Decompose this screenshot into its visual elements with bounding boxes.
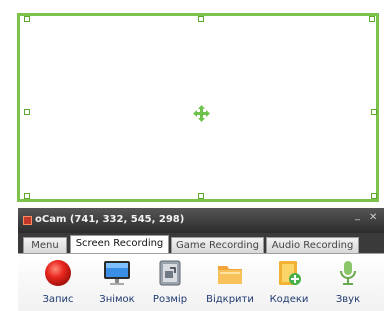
resize-handle-bottom-right[interactable] <box>371 193 377 199</box>
tab-screen-recording[interactable]: Screen Recording <box>70 235 169 253</box>
tab-audio-recording[interactable]: Audio Recording <box>266 237 359 253</box>
resize-label: Розмір <box>152 294 188 305</box>
toolbar: Запис Знімок Розмір Відкрити Кодеки Звук <box>18 253 384 311</box>
resize-button[interactable]: Розмір <box>142 254 198 311</box>
record-icon <box>45 260 71 286</box>
codec-icon <box>279 261 301 285</box>
codecs-label: Кодеки <box>269 294 309 305</box>
tab-game-recording[interactable]: Game Recording <box>171 237 264 253</box>
capture-region[interactable] <box>17 13 379 202</box>
resize-handle-top[interactable] <box>198 16 204 22</box>
ocam-window: oCam (741, 332, 545, 298) _ ✕ Menu Scree… <box>18 208 384 311</box>
resize-handle-left[interactable] <box>24 109 30 115</box>
resize-handle-top-left[interactable] <box>24 16 30 22</box>
record-button[interactable]: Запис <box>30 254 86 311</box>
sound-button[interactable]: Звук <box>320 254 376 311</box>
move-icon[interactable] <box>193 105 210 122</box>
open-label: Відкрити <box>206 294 254 305</box>
title-bar[interactable]: oCam (741, 332, 545, 298) _ ✕ <box>18 208 384 233</box>
resize-handle-right[interactable] <box>371 109 377 115</box>
close-button[interactable]: ✕ <box>369 213 377 223</box>
screenshot-label: Знімок <box>99 294 135 305</box>
microphone-icon <box>340 261 356 285</box>
screenshot-button[interactable]: Знімок <box>89 254 145 311</box>
folder-icon <box>218 266 242 284</box>
resize-handle-bottom[interactable] <box>198 193 204 199</box>
record-label: Запис <box>42 294 74 305</box>
ocam-app-icon <box>23 216 32 225</box>
resize-handle-top-right[interactable] <box>369 16 375 22</box>
window-title: oCam (741, 332, 545, 298) <box>35 214 185 225</box>
open-button[interactable]: Відкрити <box>202 254 258 311</box>
resize-icon <box>159 260 181 286</box>
resize-handle-bottom-left[interactable] <box>24 193 30 199</box>
minimize-button[interactable]: _ <box>355 211 360 221</box>
tab-menu[interactable]: Menu <box>23 237 67 253</box>
sound-label: Звук <box>335 294 361 305</box>
codecs-button[interactable]: Кодеки <box>261 254 317 311</box>
tab-bar: Menu Screen Recording Game Recording Aud… <box>18 233 384 253</box>
monitor-icon <box>104 261 130 285</box>
